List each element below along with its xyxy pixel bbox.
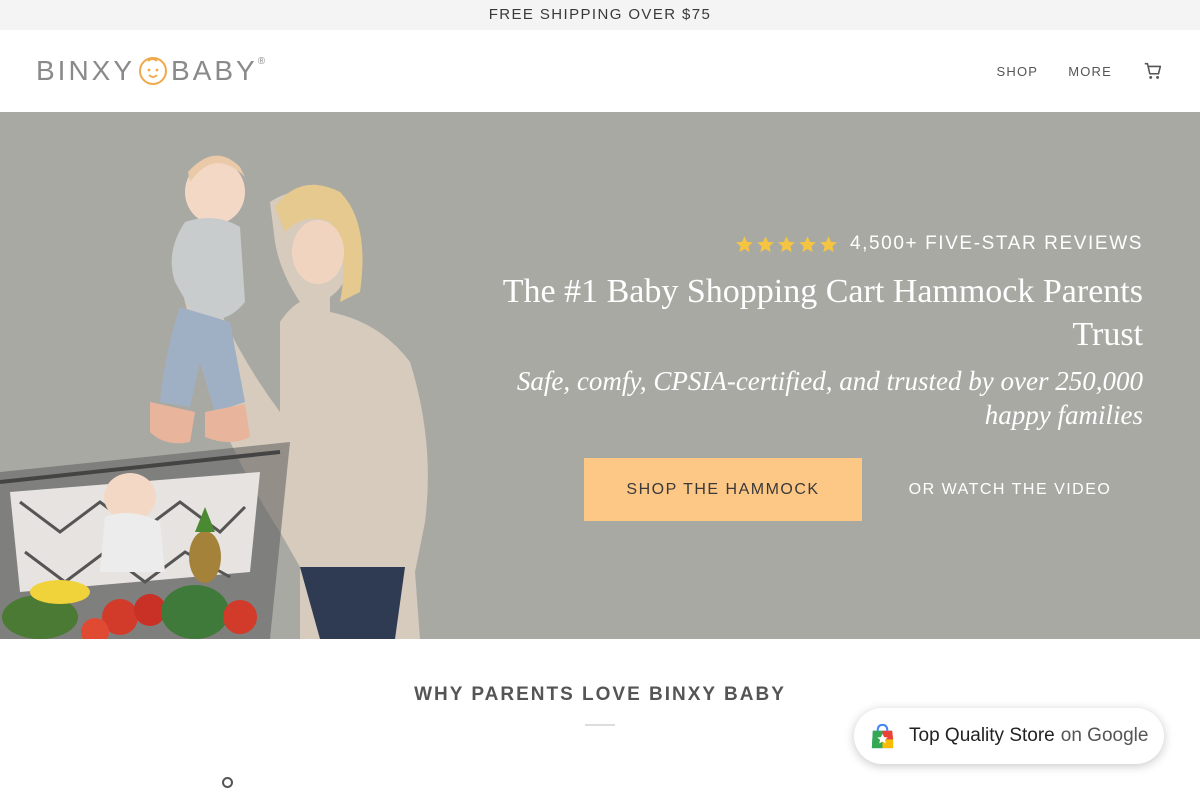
google-store-badge[interactable]: Top Quality Store on Google xyxy=(854,708,1164,764)
review-count: 4,500+ FIVE-STAR REVIEWS xyxy=(849,233,1143,254)
registered-mark: ® xyxy=(257,56,266,67)
hero-banner: 4,500+ FIVE-STAR REVIEWS The #1 Baby Sho… xyxy=(0,112,1200,639)
baby-face-icon xyxy=(139,57,168,85)
logo-text-right: BABY xyxy=(171,55,258,86)
star-icon xyxy=(736,235,753,252)
announcement-text: FREE SHIPPING OVER $75 xyxy=(488,6,712,23)
shop-hammock-button[interactable]: SHOP THE HAMMOCK xyxy=(584,458,862,521)
badge-subtitle: on Google xyxy=(1060,725,1149,746)
cart-icon[interactable] xyxy=(1142,60,1164,82)
star-icon xyxy=(778,235,795,252)
badge-title: Top Quality Store xyxy=(909,725,1055,746)
site-header: BINXY BABY ® SHOP MORE xyxy=(0,30,1200,112)
site-logo[interactable]: BINXY BABY ® xyxy=(36,54,265,88)
section-title: WHY PARENTS LOVE BINXY BABY xyxy=(414,684,786,705)
star-icon xyxy=(799,235,816,252)
star-rating xyxy=(733,235,838,254)
hero-photo xyxy=(0,155,428,639)
watch-video-link[interactable]: OR WATCH THE VIDEO xyxy=(880,458,1140,521)
nav-shop[interactable]: SHOP xyxy=(997,64,1039,79)
hero-copy: 4,500+ FIVE-STAR REVIEWS The #1 Baby Sho… xyxy=(483,230,1143,432)
shopping-bag-icon xyxy=(871,723,894,748)
slider-dot[interactable] xyxy=(222,777,233,788)
main-nav: SHOP MORE xyxy=(967,30,1164,112)
hero-title: The #1 Baby Shopping Cart Hammock Parent… xyxy=(502,273,1143,353)
star-icon xyxy=(820,235,837,252)
star-icon xyxy=(757,235,774,252)
announcement-bar: FREE SHIPPING OVER $75 xyxy=(0,0,1200,30)
hero-subtitle: Safe, comfy, CPSIA-certified, and truste… xyxy=(516,366,1143,430)
section-divider xyxy=(585,724,615,726)
rating-row: 4,500+ FIVE-STAR REVIEWS xyxy=(483,230,1143,258)
logo-text-left: BINXY xyxy=(36,55,136,86)
nav-more[interactable]: MORE xyxy=(1068,64,1112,79)
